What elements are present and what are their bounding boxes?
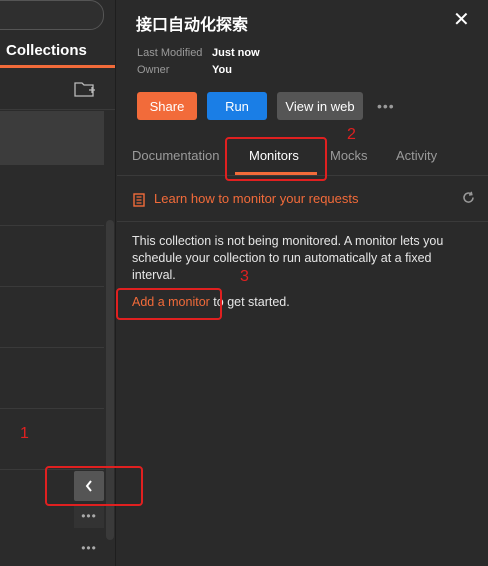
refresh-icon[interactable] — [462, 191, 475, 208]
tab-mocks[interactable]: Mocks — [330, 148, 368, 163]
owner-value: You — [212, 64, 232, 76]
last-modified-value: Just now — [212, 47, 260, 59]
more-options-button[interactable]: ••• — [377, 98, 395, 114]
empty-state-message: This collection is not being monitored. … — [132, 234, 444, 282]
tab-collections[interactable]: Collections — [0, 34, 115, 68]
learn-banner: Learn how to monitor your requests — [117, 180, 488, 222]
collection-item[interactable] — [0, 165, 104, 226]
collection-detail-panel: 接口自动化探索 ✕ Last Modified Just now Owner Y… — [117, 0, 488, 566]
annotation-label-3: 3 — [240, 268, 249, 285]
collection-title: 接口自动化探索 — [136, 15, 249, 34]
annotation-label-2: 2 — [347, 126, 356, 143]
collection-item[interactable] — [0, 287, 104, 348]
annotation-label-1: 1 — [20, 425, 29, 442]
tab-activity[interactable]: Activity — [396, 148, 437, 163]
owner-label: Owner — [137, 64, 170, 76]
sidebar-search-input[interactable] — [0, 0, 104, 30]
collection-item[interactable] — [0, 348, 104, 409]
more-actions-button[interactable]: ••• — [74, 504, 104, 528]
view-in-web-button[interactable]: View in web — [277, 92, 363, 120]
sidebar-toolbar — [0, 70, 115, 110]
collection-item[interactable] — [0, 409, 104, 470]
close-icon[interactable]: ✕ — [453, 9, 470, 31]
book-icon — [133, 193, 145, 207]
last-modified-label: Last Modified — [137, 47, 203, 59]
collection-item-selected[interactable] — [0, 111, 104, 165]
annotation-box-3 — [116, 288, 222, 320]
tab-documentation[interactable]: Documentation — [132, 148, 219, 163]
learn-monitor-link[interactable]: Learn how to monitor your requests — [154, 191, 359, 206]
collection-item[interactable] — [0, 226, 104, 287]
annotation-box-1 — [45, 466, 143, 506]
run-button[interactable]: Run — [207, 92, 267, 120]
annotation-box-2 — [225, 137, 327, 181]
share-button[interactable]: Share — [137, 92, 197, 120]
more-actions-button[interactable]: ••• — [74, 536, 104, 560]
new-folder-icon[interactable] — [74, 80, 96, 98]
